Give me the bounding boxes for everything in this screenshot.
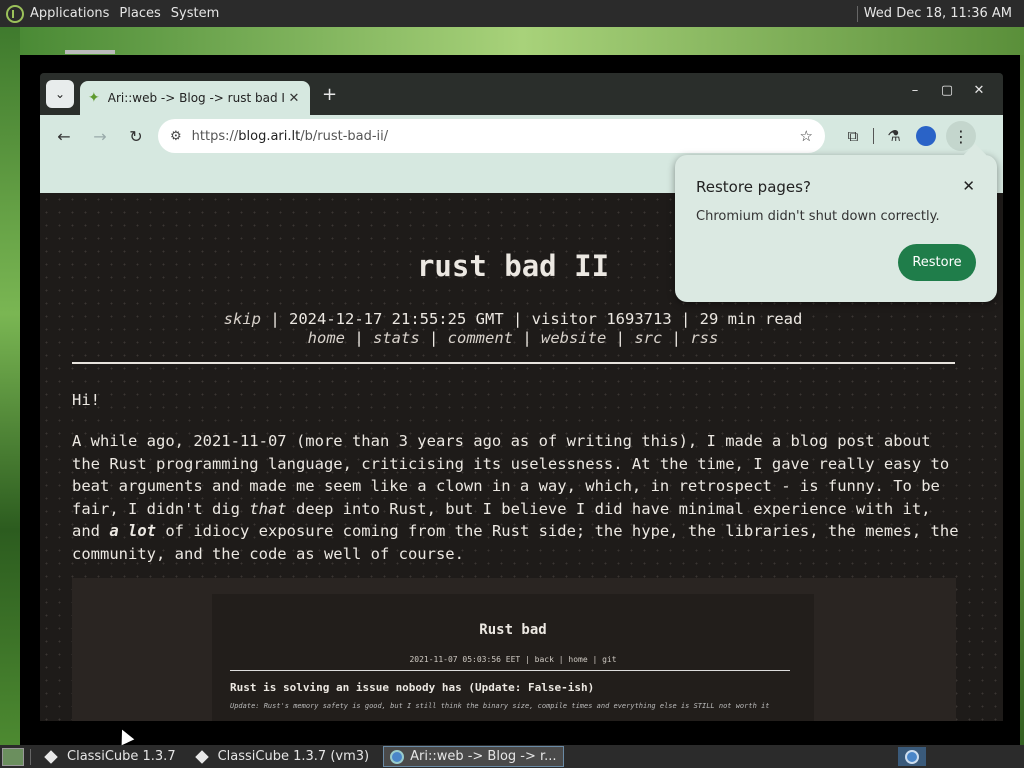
task-classicube[interactable]: ClassiCube 1.3.7 (39, 746, 182, 767)
tab-title: Ari::web -> Blog -> rust bad II (107, 91, 286, 105)
restore-title: Restore pages? (696, 178, 811, 196)
forward-button[interactable]: → (84, 120, 116, 152)
read-time: 29 min (699, 310, 756, 328)
restore-close-icon[interactable]: ✕ (962, 177, 975, 195)
chromium-icon (390, 749, 405, 764)
post-datetime: 2024-12-17 21:55:25 (289, 310, 467, 328)
menu-system[interactable]: System (171, 6, 219, 21)
link-website[interactable]: website (541, 329, 606, 347)
task-chromium[interactable]: Ari::web -> Blog -> r... (383, 746, 564, 767)
profile-avatar-icon[interactable] (916, 126, 936, 146)
old-post-title: Rust bad (479, 622, 547, 638)
old-post-meta: 2021-11-07 05:03:56 EET | back | home | … (409, 655, 617, 664)
post-meta: skip | 2024-12-17 21:55:25 GMT | visitor… (223, 310, 803, 328)
visitor-label: visitor (531, 310, 597, 328)
distro-logo-icon[interactable] (6, 4, 24, 23)
reload-icon: ↻ (129, 126, 143, 146)
site-favicon-icon: ✦ (88, 90, 100, 106)
menu-places[interactable]: Places (119, 6, 160, 21)
read-label: read (765, 310, 803, 328)
window-controls: – ▢ ✕ (899, 83, 995, 98)
old-post-heading: Rust is solving an issue nobody has (Upd… (230, 681, 595, 694)
show-desktop-icon[interactable] (2, 747, 24, 766)
intro-paragraph: A while ago, 2021-11-07 (more than 3 yea… (72, 432, 959, 563)
minimize-button[interactable]: – (899, 83, 931, 98)
address-bar[interactable]: ⚙ https://blog.ari.lt/b/rust-bad-ii/ ☆ (158, 119, 825, 153)
restore-message: Chromium didn't shut down correctly. (696, 209, 940, 224)
new-tab-button[interactable]: + (322, 84, 337, 105)
link-src[interactable]: src (634, 329, 662, 347)
arrow-right-icon: → (93, 126, 107, 146)
tray-chromium-icon[interactable] (898, 747, 926, 766)
visitor-count: 1693713 (606, 310, 672, 328)
bookmark-star-icon[interactable]: ☆ (800, 127, 813, 145)
task-classicube-vm3[interactable]: ClassiCube 1.3.7 (vm3) (190, 746, 376, 767)
restore-button[interactable]: Restore (898, 244, 976, 281)
header-divider (72, 362, 955, 364)
desktop-wallpaper-strip (20, 27, 1024, 55)
panel-separator (856, 5, 858, 22)
back-button[interactable]: ← (48, 120, 80, 152)
taskbar: ClassiCube 1.3.7 ClassiCube 1.3.7 (vm3) … (0, 745, 1024, 768)
tab-strip: ⌄ ✦ Ari::web -> Blog -> rust bad II ✕ + … (40, 73, 1003, 115)
maximize-button[interactable]: ▢ (931, 83, 963, 98)
post-timezone: GMT (475, 310, 504, 328)
browser-toolbar: ← → ↻ ⚙ https://blog.ari.lt/b/rust-bad-i… (40, 115, 1003, 157)
greeting: Hi! (72, 391, 100, 409)
old-post-note: Update: Rust's memory safety is good, bu… (230, 702, 770, 710)
link-comment[interactable]: comment (448, 329, 513, 347)
arrow-left-icon: ← (57, 126, 71, 146)
labs-flask-icon[interactable]: ⚗ (878, 120, 910, 152)
clock[interactable]: Wed Dec 18, 11:36 AM (864, 6, 1012, 21)
link-stats[interactable]: stats (373, 329, 420, 347)
chevron-down-icon: ⌄ (54, 87, 66, 101)
close-window-button[interactable]: ✕ (963, 83, 995, 98)
tab-search-button[interactable]: ⌄ (46, 80, 74, 108)
restore-pages-dialog: Restore pages? ✕ Chromium didn't shut do… (675, 155, 997, 302)
url-text[interactable]: https://blog.ari.lt/b/rust-bad-ii/ (192, 129, 800, 144)
three-dots-icon: ⋮ (953, 126, 969, 146)
tab-active[interactable]: ✦ Ari::web -> Blog -> rust bad II ✕ (80, 81, 310, 115)
link-home[interactable]: home (308, 329, 345, 347)
post-links: home | stats | comment | website | src |… (307, 329, 719, 347)
link-rss[interactable]: rss (690, 329, 718, 347)
menu-applications[interactable]: Applications (30, 6, 109, 21)
old-post-preview: Rust bad 2021-11-07 05:03:56 EET | back … (212, 594, 814, 721)
skip-link[interactable]: skip (224, 310, 261, 328)
classicube-icon (194, 749, 209, 764)
site-info-icon[interactable]: ⚙ (170, 129, 182, 144)
top-panel: Applications Places System Wed Dec 18, 1… (0, 0, 1024, 27)
desktop-wallpaper (0, 27, 20, 745)
tab-close-icon[interactable]: ✕ (286, 91, 302, 106)
reload-button[interactable]: ↻ (120, 120, 152, 152)
classicube-icon (44, 749, 58, 764)
embedded-screenshot: Rust bad 2021-11-07 05:03:56 EET | back … (72, 578, 956, 721)
old-post-divider (230, 670, 790, 671)
extensions-icon[interactable]: ⧉ (837, 120, 869, 152)
